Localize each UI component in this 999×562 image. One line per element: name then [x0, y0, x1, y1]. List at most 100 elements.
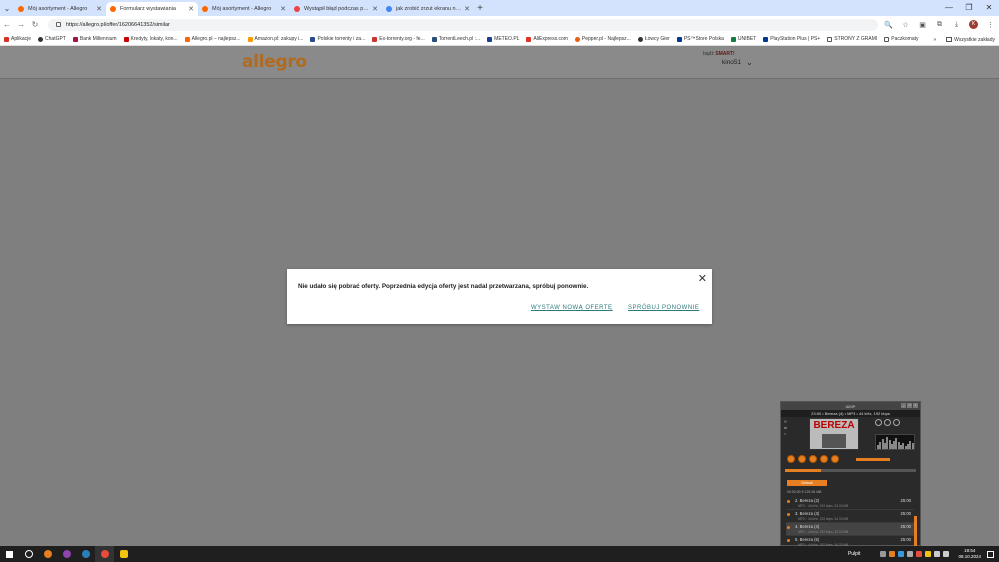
tempo-knob[interactable] — [893, 419, 900, 426]
new-tab-button[interactable]: + — [474, 3, 486, 14]
back-icon[interactable]: ← — [0, 20, 14, 29]
tab-search-icon[interactable]: ⌄ — [0, 4, 14, 13]
chevron-down-icon[interactable]: ⌄ — [746, 58, 753, 67]
reload-icon[interactable]: ↻ — [28, 20, 42, 29]
tray-icon[interactable] — [889, 551, 896, 557]
extensions-puzzle-icon[interactable]: ⧉ — [931, 21, 948, 29]
user-name[interactable]: kino51 — [722, 59, 741, 66]
minimize-icon[interactable]: _ — [901, 403, 906, 408]
clock[interactable]: 18:54 08.10.2024 — [958, 548, 981, 560]
extension-icon[interactable]: ▣ — [914, 21, 931, 29]
playlist-item[interactable]: 2. Bereza (2) MP3 :: 44 kHz, 192 kbps, 34… — [786, 497, 914, 510]
download-icon[interactable]: ⤓ — [948, 21, 965, 29]
allegro-favicon-icon — [184, 36, 190, 42]
bookmark-item[interactable]: UNIBET — [730, 36, 756, 42]
bookmark-item[interactable]: PS™Store Polska — [676, 36, 724, 42]
play-button[interactable] — [798, 455, 806, 463]
bookmark-item[interactable]: TorrentLeech.pl :... — [431, 36, 480, 42]
close-tab-icon[interactable]: ✕ — [96, 5, 102, 13]
minimize-icon[interactable]: — — [939, 0, 959, 16]
balance-knob[interactable] — [875, 419, 882, 426]
site-info-icon[interactable] — [56, 22, 61, 27]
all-bookmarks-folder[interactable]: » Wszystkie zakłady — [933, 33, 995, 46]
close-icon[interactable]: x — [913, 403, 918, 408]
bookmark-item[interactable]: ChatGPT — [38, 36, 66, 42]
tray-icon[interactable] — [916, 551, 923, 557]
player-titlebar[interactable]: AIMP _ □ x — [781, 402, 920, 410]
smart-badge[interactable]: bądź SMART! — [703, 51, 735, 57]
forward-icon[interactable]: → — [14, 20, 28, 29]
close-tab-icon[interactable]: ✕ — [464, 5, 470, 13]
notification-icon[interactable] — [987, 550, 994, 558]
bookmark-item[interactable]: METEO.PL — [487, 36, 519, 42]
bookmark-label: Aplikacje — [11, 36, 32, 42]
pause-button[interactable] — [809, 455, 817, 463]
stop-button[interactable] — [820, 455, 828, 463]
tab-5[interactable]: jak zrobić zrzut ekranu na kom...✕ — [382, 2, 474, 16]
tab-1[interactable]: Mój asortyment - Allegro ✕ — [14, 2, 106, 16]
browser-toolbar: ← → ↻ https://allegro.pl/offer/162066413… — [0, 16, 999, 33]
close-tab-icon[interactable]: ✕ — [280, 5, 286, 13]
tray-icon[interactable] — [925, 551, 932, 557]
bookmark-item[interactable]: Amazon.pl: zakupy i... — [247, 36, 303, 42]
tray-icon[interactable] — [880, 551, 887, 557]
taskbar-app-active[interactable] — [95, 546, 114, 562]
playlist-item[interactable]: 3. Bereza (3) MP3 :: 44 kHz, 192 kbps, 34… — [786, 510, 914, 523]
desktop-toolbar[interactable]: Pulpit — [848, 551, 861, 557]
playlist-tab[interactable]: Default — [787, 480, 827, 486]
bookmark-item[interactable]: Allegro.pl – najlepsz... — [184, 36, 241, 42]
shuffle-icon[interactable]: ⇄ — [784, 426, 804, 430]
tab-2[interactable]: Formularz wystawiania ✕ — [106, 2, 198, 16]
network-icon[interactable] — [934, 551, 941, 557]
repeat-icon[interactable]: ⟳ — [784, 420, 804, 424]
bookmark-folder[interactable]: Paczkomaty — [884, 36, 919, 42]
bookmark-label: Kredyty, lokaty, kon... — [130, 36, 178, 42]
bookmark-label: Allegro.pl – najlepsz... — [191, 36, 241, 42]
menu-kebab-icon[interactable]: ⋮ — [982, 21, 999, 29]
taskbar-app[interactable] — [76, 546, 95, 562]
playlist-item-selected[interactable]: 4. Bereza (4) MP3 :: 44 kHz, 192 kbps, 34… — [786, 523, 914, 536]
start-button[interactable] — [0, 546, 19, 562]
volume-slider[interactable] — [856, 458, 890, 461]
bookmark-item[interactable]: Łowcy Gier — [637, 36, 670, 42]
bookmark-item[interactable]: Bank Millennium — [72, 36, 117, 42]
volume-icon[interactable] — [943, 551, 950, 557]
tab-3[interactable]: Mój asortyment - Allegro ✕ — [198, 2, 290, 16]
search-button[interactable] — [19, 546, 38, 562]
bookmark-folder[interactable]: STRONY Z GRAMI — [827, 36, 877, 42]
tray-icon[interactable] — [898, 551, 905, 557]
bookmark-item[interactable]: Polskie torrenty i za... — [310, 36, 365, 42]
allegro-logo[interactable]: allegro — [242, 52, 307, 72]
equalizer-icon[interactable]: ≡ — [784, 432, 804, 436]
bookmark-item[interactable]: Pepper.pl - Najlepsz... — [574, 36, 631, 42]
taskbar-app[interactable] — [114, 546, 133, 562]
close-tab-icon[interactable]: ✕ — [188, 5, 194, 13]
address-bar[interactable]: https://allegro.pl/offer/16206641352/sim… — [48, 18, 878, 31]
zoom-icon[interactable]: 🔍 — [880, 21, 897, 29]
maximize-icon[interactable]: ❐ — [959, 0, 979, 16]
close-tab-icon[interactable]: ✕ — [372, 5, 378, 13]
retry-button[interactable]: SPRÓBUJ PONOWNIE — [628, 305, 699, 311]
tray-icon[interactable] — [907, 551, 914, 557]
close-window-icon[interactable]: ✕ — [979, 0, 999, 16]
bookmark-star-icon[interactable]: ☆ — [897, 21, 914, 29]
bookmark-item[interactable]: Aplikacje — [4, 36, 31, 42]
bookmark-item[interactable]: PlayStation Plus | PS+ — [763, 36, 820, 42]
url-text[interactable]: https://allegro.pl/offer/16206641352/sim… — [66, 22, 170, 28]
taskbar-app[interactable] — [57, 546, 76, 562]
speed-knob[interactable] — [884, 419, 891, 426]
new-offer-button[interactable]: WYSTAW NOWĄ OFERTĘ — [531, 305, 613, 311]
bookmark-item[interactable]: AliExpress.com — [526, 36, 568, 42]
prev-button[interactable] — [787, 455, 795, 463]
bookmark-item[interactable]: Kredyty, lokaty, kon... — [123, 36, 178, 42]
maximize-icon[interactable]: □ — [907, 403, 912, 408]
next-button[interactable] — [831, 455, 839, 463]
dialog-message: Nie udało się pobrać oferty. Poprzednia … — [298, 283, 589, 290]
avatar[interactable]: K — [969, 20, 978, 29]
more-bookmarks-icon[interactable]: » — [933, 37, 936, 43]
bookmark-item[interactable]: Ex-torrenty.org - fe... — [372, 36, 425, 42]
playlist-scrollbar[interactable] — [914, 516, 917, 546]
tab-4[interactable]: Wystąpił błąd podczas próby ...✕ — [290, 2, 382, 16]
taskbar-app[interactable] — [38, 546, 57, 562]
close-icon[interactable]: ✕ — [698, 272, 707, 285]
